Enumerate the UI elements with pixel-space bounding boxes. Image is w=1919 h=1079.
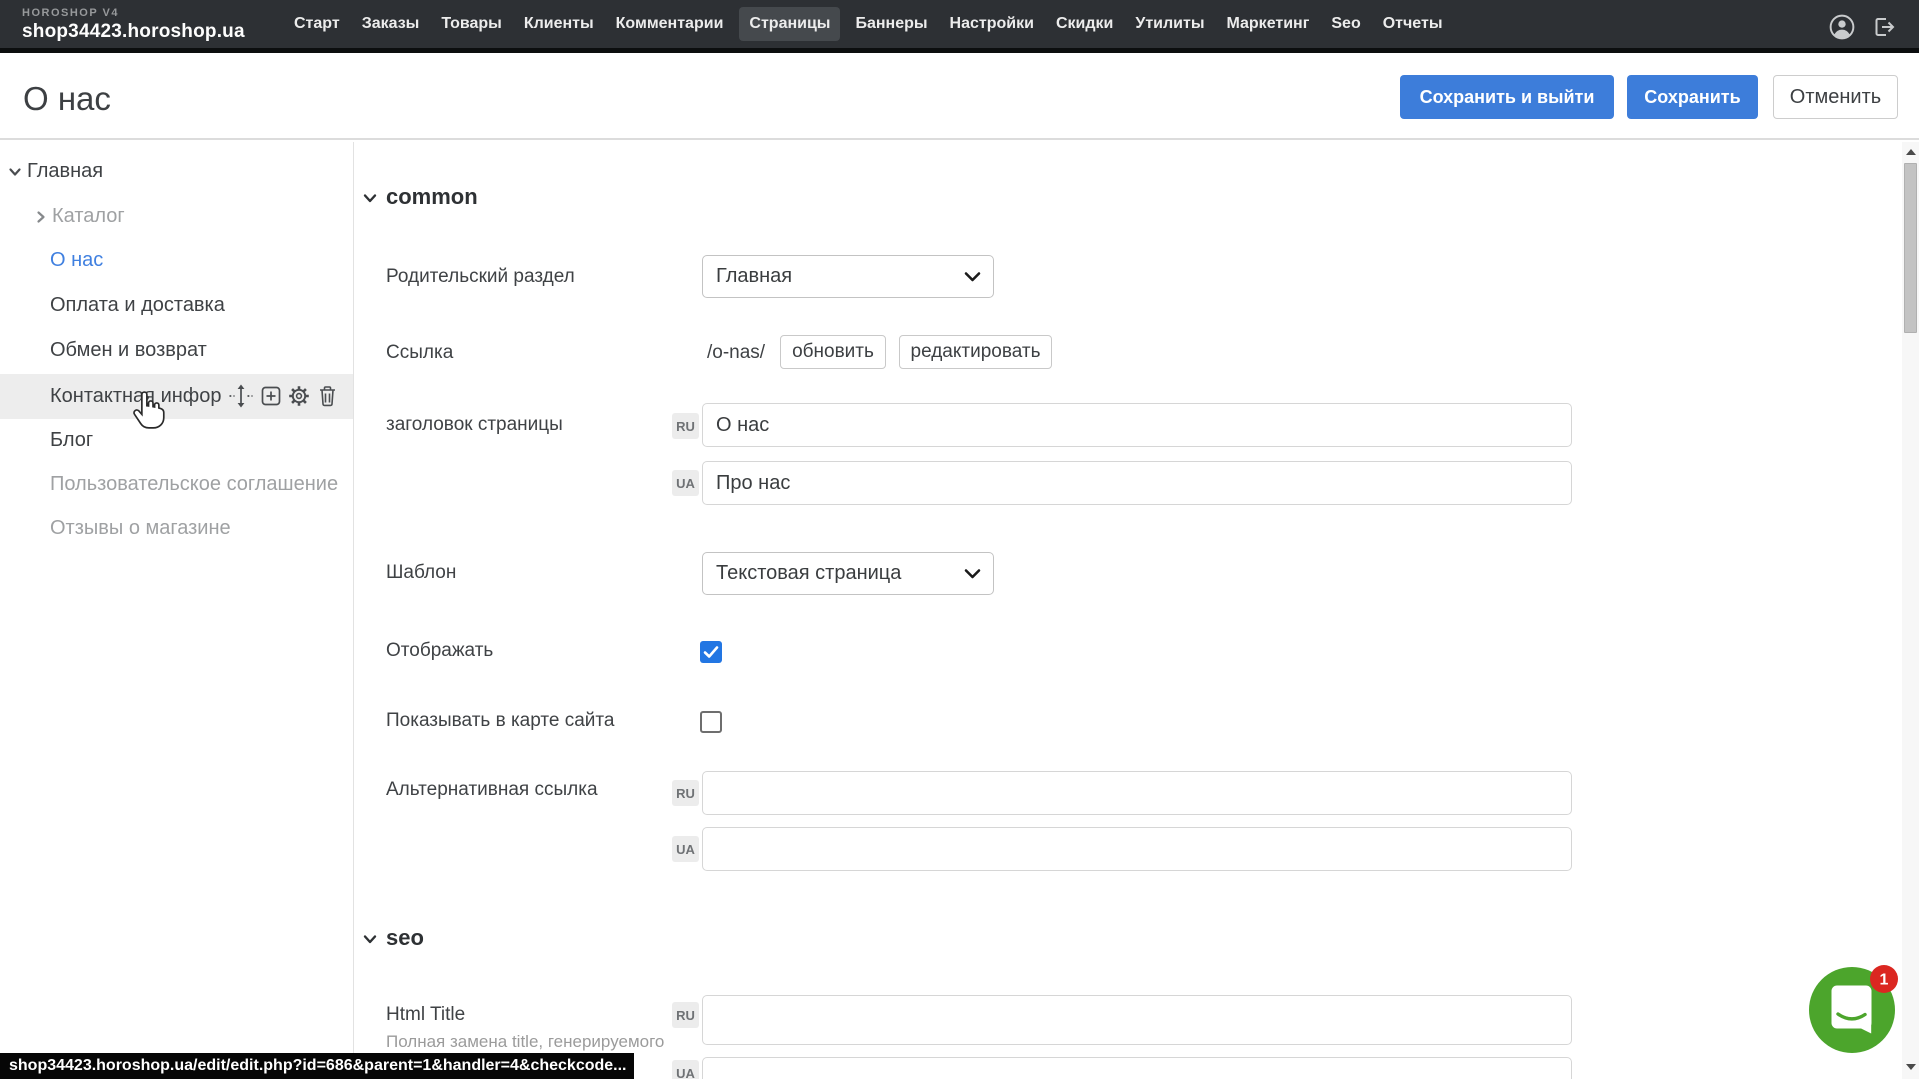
svg-text:1: 1: [1880, 972, 1889, 989]
